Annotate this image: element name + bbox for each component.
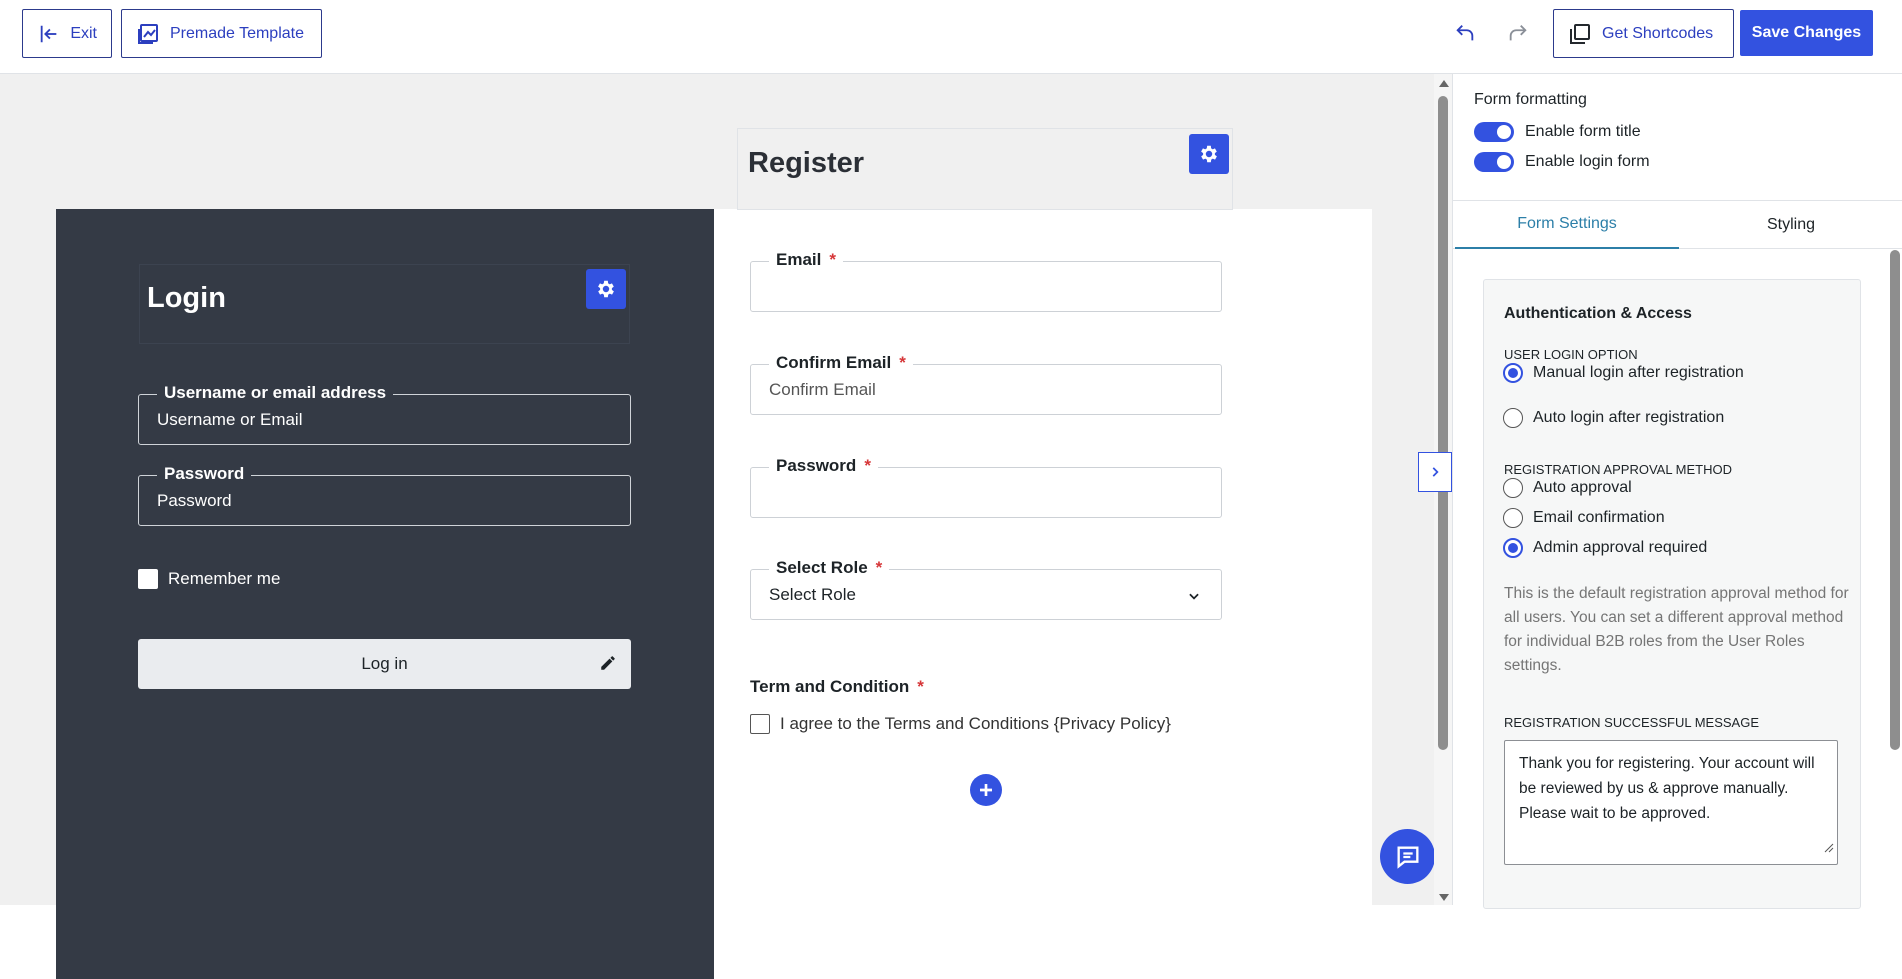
- confirm-email-placeholder: Confirm Email: [769, 380, 876, 399]
- settings-sidebar: Form formatting Enable form title Enable…: [1452, 74, 1902, 909]
- premade-template-button[interactable]: Premade Template: [121, 9, 322, 58]
- email-label: Email *: [769, 250, 843, 270]
- radio-auto-approval[interactable]: Auto approval: [1503, 478, 1632, 498]
- radio-unselected[interactable]: [1503, 478, 1523, 498]
- chat-support-button[interactable]: [1380, 829, 1435, 884]
- enable-login-form-toggle[interactable]: [1474, 152, 1514, 172]
- remember-checkbox[interactable]: [138, 569, 158, 589]
- sidebar-scroll-thumb[interactable]: [1890, 250, 1900, 750]
- gear-icon: [598, 280, 614, 298]
- scroll-down-icon[interactable]: [1439, 894, 1449, 901]
- form-canvas: Login Username or email address Username…: [0, 74, 1434, 979]
- confirm-email-label: Confirm Email *: [769, 353, 913, 373]
- email-field[interactable]: Email *: [750, 250, 1222, 312]
- approval-help-text: This is the default registration approva…: [1504, 585, 1849, 674]
- register-title: Register: [748, 147, 865, 179]
- term-condition-label: Term and Condition *: [750, 677, 924, 696]
- radio-selected[interactable]: [1503, 363, 1523, 383]
- collapse-sidebar-button[interactable]: [1418, 452, 1452, 492]
- remember-label: Remember me: [168, 569, 281, 588]
- radio-unselected[interactable]: [1503, 408, 1523, 428]
- register-password-label: Password *: [769, 456, 878, 476]
- login-settings-button[interactable]: [586, 269, 626, 309]
- password-field[interactable]: Password Password: [138, 464, 631, 526]
- scroll-thumb[interactable]: [1438, 96, 1448, 750]
- enable-login-form-label: Enable login form: [1525, 153, 1650, 170]
- login-button-label: Log in: [361, 654, 408, 673]
- add-field-button[interactable]: [970, 774, 1002, 806]
- enable-form-title-label: Enable form title: [1525, 123, 1641, 140]
- enable-login-form-row: Enable login form: [1474, 152, 1650, 172]
- gear-icon: [1201, 145, 1217, 163]
- register-password-field[interactable]: Password *: [750, 456, 1222, 518]
- username-field[interactable]: Username or email address Username or Em…: [138, 383, 631, 445]
- radio-selected[interactable]: [1503, 538, 1523, 558]
- radio-manual-login[interactable]: Manual login after registration: [1503, 363, 1744, 383]
- password-label: Password: [157, 464, 252, 484]
- authentication-card: Authentication & Access USER LOGIN OPTIO…: [1483, 279, 1861, 909]
- radio-email-confirmation[interactable]: Email confirmation: [1503, 508, 1665, 528]
- settings-tabs: Form Settings Styling: [1453, 201, 1902, 249]
- radio-label: Auto approval: [1533, 479, 1632, 496]
- enable-form-title-toggle[interactable]: [1474, 122, 1514, 142]
- exit-button[interactable]: Exit: [22, 9, 112, 58]
- login-title: Login: [147, 282, 226, 314]
- undo-icon: [1456, 25, 1474, 41]
- save-changes-button[interactable]: Save Changes: [1740, 10, 1873, 56]
- chevron-right-icon: [1432, 467, 1439, 477]
- enable-form-title-row: Enable form title: [1474, 122, 1641, 142]
- undo-button[interactable]: [1450, 18, 1480, 48]
- success-message-text: Thank you for registering. Your account …: [1519, 755, 1815, 822]
- radio-label: Manual login after registration: [1533, 364, 1744, 381]
- top-toolbar: Exit Premade Template Get Shortcodes Sav…: [0, 0, 1902, 74]
- exit-icon: [37, 22, 60, 46]
- password-placeholder: Password: [157, 491, 232, 510]
- card-title: Authentication & Access: [1504, 305, 1692, 322]
- scroll-up-icon[interactable]: [1439, 80, 1449, 87]
- tab-form-settings[interactable]: Form Settings: [1455, 201, 1679, 249]
- select-role-label: Select Role *: [769, 558, 890, 578]
- username-label: Username or email address: [157, 383, 394, 403]
- shortcodes-label: Get Shortcodes: [1602, 24, 1714, 42]
- radio-label: Auto login after registration: [1533, 409, 1725, 426]
- terms-agreement[interactable]: I agree to the Terms and Conditions {Pri…: [750, 714, 1171, 734]
- template-icon: [136, 22, 160, 46]
- chat-icon: [1397, 846, 1418, 869]
- approval-method-label: REGISTRATION APPROVAL METHOD: [1504, 462, 1733, 477]
- terms-checkbox[interactable]: [750, 714, 770, 734]
- form-formatting-heading: Form formatting: [1474, 91, 1587, 108]
- resize-handle-icon[interactable]: [1824, 836, 1834, 861]
- exit-label: Exit: [70, 24, 97, 42]
- radio-label: Email confirmation: [1533, 509, 1665, 526]
- copy-icon: [1568, 22, 1592, 46]
- pencil-icon[interactable]: [599, 654, 617, 677]
- success-message-label: REGISTRATION SUCCESSFUL MESSAGE: [1504, 715, 1759, 730]
- radio-label: Admin approval required: [1533, 539, 1708, 556]
- premade-label: Premade Template: [170, 24, 304, 42]
- get-shortcodes-button[interactable]: Get Shortcodes: [1553, 9, 1734, 58]
- user-login-option-label: USER LOGIN OPTION: [1504, 347, 1638, 362]
- chevron-down-icon: [1187, 589, 1201, 608]
- tab-styling[interactable]: Styling: [1679, 201, 1902, 249]
- plus-icon: [980, 784, 992, 796]
- radio-unselected[interactable]: [1503, 508, 1523, 528]
- redo-icon: [1509, 25, 1527, 41]
- radio-admin-approval[interactable]: Admin approval required: [1503, 538, 1707, 558]
- confirm-email-field[interactable]: Confirm Email * Confirm Email: [750, 353, 1222, 415]
- select-role-dropdown[interactable]: Select Role * Select Role: [750, 558, 1222, 620]
- remember-me[interactable]: Remember me: [138, 569, 280, 589]
- success-message-textarea[interactable]: Thank you for registering. Your account …: [1504, 740, 1838, 865]
- login-button[interactable]: Log in: [138, 639, 631, 689]
- username-placeholder: Username or Email: [157, 410, 303, 429]
- redo-button[interactable]: [1503, 18, 1533, 48]
- select-role-value: Select Role: [769, 585, 856, 604]
- register-settings-button[interactable]: [1189, 134, 1229, 174]
- terms-text: I agree to the Terms and Conditions {Pri…: [780, 714, 1171, 733]
- radio-auto-login[interactable]: Auto login after registration: [1503, 408, 1724, 428]
